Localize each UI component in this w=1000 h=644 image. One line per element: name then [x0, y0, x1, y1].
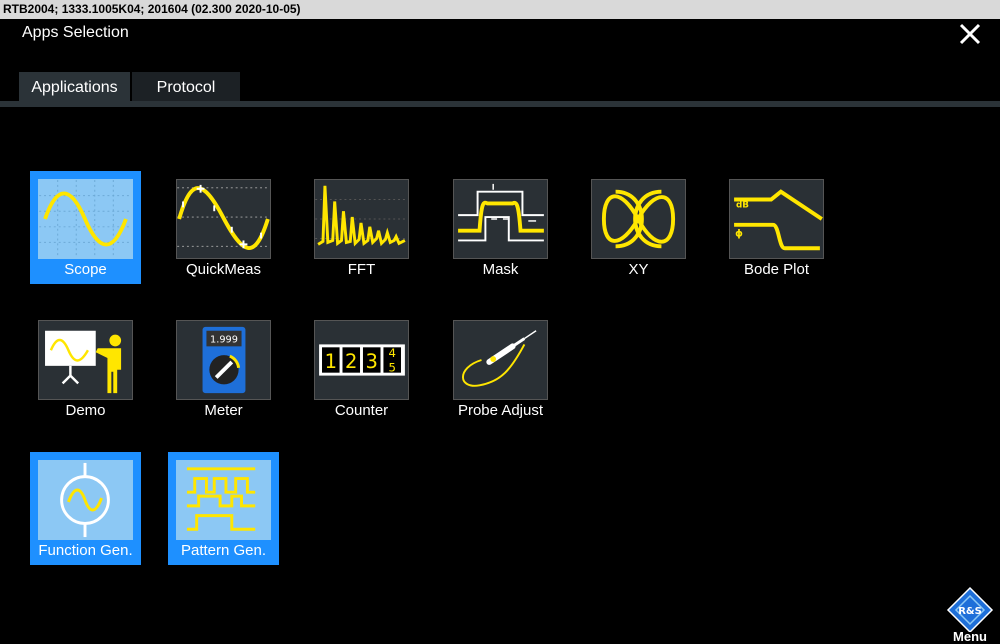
- app-label: Meter: [204, 402, 243, 419]
- app-label: FFT: [347, 261, 376, 278]
- status-bar: RTB2004; 1333.1005K04; 201604 (02.300 20…: [0, 0, 1000, 19]
- app-xy[interactable]: XY: [583, 171, 694, 284]
- bode-plot-icon: dB ϕ: [729, 179, 824, 259]
- app-label: Counter: [334, 402, 389, 419]
- bode-db-label: dB: [736, 200, 749, 210]
- menu-button[interactable]: R&S Menu: [940, 586, 1000, 644]
- app-label: Demo: [65, 402, 106, 419]
- app-label: Function Gen.: [38, 542, 133, 559]
- app-probe-adjust[interactable]: Probe Adjust: [445, 312, 556, 425]
- counter-digit: 2: [345, 350, 357, 373]
- app-label: Mask: [482, 261, 519, 278]
- sine-wave-icon: [38, 179, 133, 259]
- tab-applications[interactable]: Applications: [19, 72, 130, 101]
- tab-underline: [0, 101, 1000, 107]
- app-scope[interactable]: Scope: [30, 171, 141, 284]
- app-label: Pattern Gen.: [180, 542, 267, 559]
- app-fft[interactable]: FFT: [306, 171, 417, 284]
- app-meter[interactable]: 1.999 Meter: [168, 312, 279, 425]
- presenter-icon: [38, 320, 133, 400]
- tab-protocol[interactable]: Protocol: [132, 72, 240, 101]
- fft-spectrum-icon: [314, 179, 409, 259]
- lissajous-icon: [591, 179, 686, 259]
- counter-rolling-digit: 5: [388, 361, 395, 375]
- app-counter[interactable]: 1 2 3 4 5 Counter: [306, 312, 417, 425]
- counter-icon: 1 2 3 4 5: [314, 320, 409, 400]
- app-demo[interactable]: Demo: [30, 312, 141, 425]
- app-label: Scope: [64, 261, 107, 278]
- quickmeas-icon: [176, 179, 271, 259]
- rohde-schwarz-logo-icon: R&S: [946, 586, 994, 632]
- counter-rolling-digit: 4: [388, 346, 395, 360]
- app-label: Probe Adjust: [457, 402, 544, 419]
- close-button[interactable]: [958, 22, 982, 46]
- bode-phase-label: ϕ: [735, 229, 743, 240]
- menu-logo-text: R&S: [958, 606, 982, 617]
- app-mask[interactable]: Mask: [445, 171, 556, 284]
- app-bode-plot[interactable]: dB ϕ Bode Plot: [721, 171, 832, 284]
- function-generator-icon: [38, 460, 133, 540]
- probe-icon: [453, 320, 548, 400]
- menu-label: Menu: [953, 629, 987, 644]
- close-icon: [959, 23, 981, 45]
- pattern-generator-icon: [176, 460, 271, 540]
- mask-icon: [453, 179, 548, 259]
- counter-digit: 1: [325, 350, 337, 373]
- app-label: QuickMeas: [185, 261, 262, 278]
- counter-digit: 3: [366, 350, 378, 373]
- app-label: XY: [628, 261, 649, 278]
- multimeter-icon: 1.999: [176, 320, 271, 400]
- app-label: Bode Plot: [743, 261, 810, 278]
- app-function-gen[interactable]: Function Gen.: [30, 452, 141, 565]
- meter-reading: 1.999: [210, 334, 238, 345]
- app-quickmeas[interactable]: QuickMeas: [168, 171, 279, 284]
- app-pattern-gen[interactable]: Pattern Gen.: [168, 452, 279, 565]
- dialog-title: Apps Selection: [22, 24, 129, 41]
